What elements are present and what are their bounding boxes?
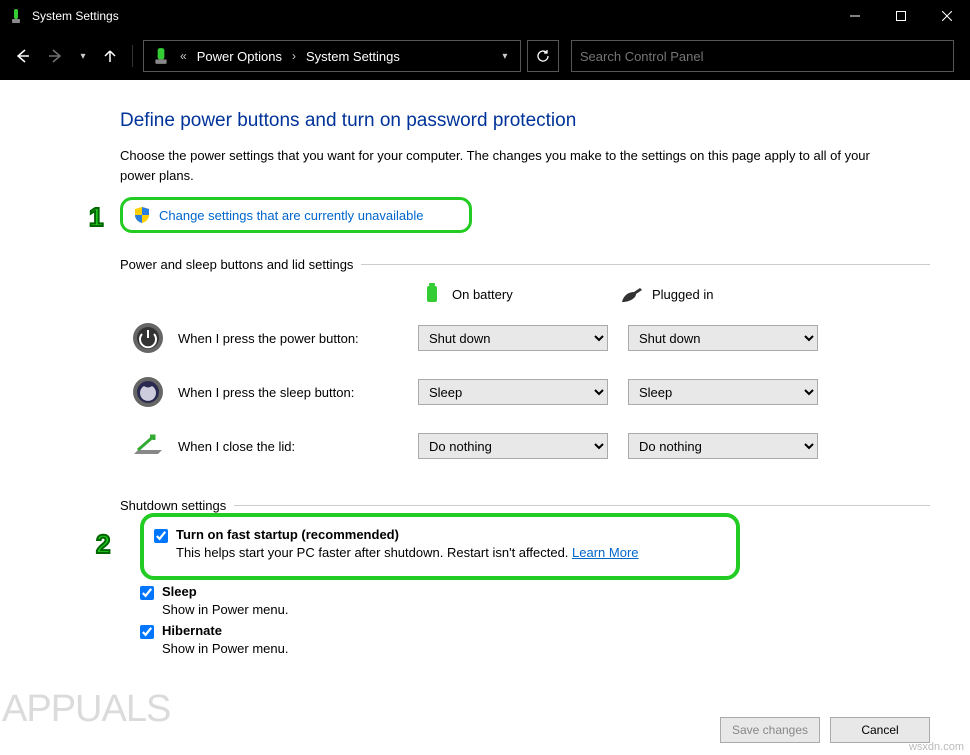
chevron-right-icon[interactable]: › (286, 49, 302, 63)
breadcrumb[interactable]: « Power Options › System Settings ▾ (143, 40, 521, 72)
plug-icon (620, 282, 644, 306)
column-headers: On battery Plugged in (420, 282, 930, 306)
watermark-logo: APPUALS (2, 688, 170, 731)
row-power-label: When I press the power button: (178, 331, 418, 346)
change-settings-link-row[interactable]: 1 Change settings that are currently una… (120, 197, 472, 233)
close-button[interactable] (924, 0, 970, 32)
uac-shield-icon (133, 206, 151, 224)
minimize-button[interactable] (832, 0, 878, 32)
forward-button[interactable] (40, 40, 72, 72)
shutdown-section: Shutdown settings 2 Turn on fast startup… (120, 498, 930, 662)
power-button-icon (130, 320, 166, 356)
breadcrumb-item-system-settings[interactable]: System Settings (302, 47, 404, 66)
save-changes-button[interactable]: Save changes (720, 717, 820, 743)
content-area: Define power buttons and turn on passwor… (0, 80, 970, 662)
power-sleep-section: Power and sleep buttons and lid settings… (120, 257, 930, 482)
refresh-button[interactable] (527, 40, 559, 72)
breadcrumb-dropdown[interactable]: ▾ (494, 51, 516, 62)
row-sleep-button: When I press the sleep button: Sleep Sle… (120, 374, 930, 410)
cancel-button[interactable]: Cancel (830, 717, 930, 743)
maximize-button[interactable] (878, 0, 924, 32)
sleep-button-battery-select[interactable]: Sleep (418, 379, 608, 405)
sleep-label: Sleep (162, 584, 197, 599)
hibernate-desc: Show in Power menu. (162, 641, 930, 656)
page-heading: Define power buttons and turn on passwor… (120, 110, 930, 132)
search-box[interactable] (571, 40, 954, 72)
fast-startup-desc-text: This helps start your PC faster after sh… (176, 545, 572, 560)
power-sleep-legend: Power and sleep buttons and lid settings (120, 257, 361, 272)
back-button[interactable] (6, 40, 38, 72)
app-icon (8, 8, 24, 24)
titlebar: System Settings (0, 0, 970, 32)
sleep-button-plugged-select[interactable]: Sleep (628, 379, 818, 405)
fast-startup-label: Turn on fast startup (recommended) (176, 527, 399, 542)
sleep-checkbox[interactable] (140, 586, 154, 600)
sleep-button-icon (130, 374, 166, 410)
hibernate-checkbox[interactable] (140, 625, 154, 639)
annotation-1: 1 (89, 202, 103, 233)
close-lid-icon (130, 428, 166, 464)
sleep-desc: Show in Power menu. (162, 602, 930, 617)
recent-dropdown[interactable]: ▾ (74, 40, 92, 72)
window-title: System Settings (32, 9, 832, 23)
annotation-2: 2 (96, 529, 110, 560)
up-button[interactable] (94, 40, 126, 72)
fast-startup-checkbox[interactable] (154, 529, 168, 543)
nav-separator (132, 45, 133, 67)
navbar: ▾ « Power Options › System Settings ▾ (0, 32, 970, 80)
battery-icon (420, 282, 444, 306)
footer-buttons: Save changes Cancel (720, 717, 930, 743)
learn-more-link[interactable]: Learn More (572, 545, 638, 560)
col-battery-label: On battery (452, 287, 513, 302)
row-lid-label: When I close the lid: (178, 439, 418, 454)
power-button-plugged-select[interactable]: Shut down (628, 325, 818, 351)
search-input[interactable] (580, 49, 945, 64)
col-on-battery: On battery (420, 282, 620, 306)
hibernate-label: Hibernate (162, 623, 222, 638)
col-plugged-label: Plugged in (652, 287, 713, 302)
col-plugged-in: Plugged in (620, 282, 820, 306)
breadcrumb-icon (152, 47, 170, 65)
page-intro: Choose the power settings that you want … (120, 146, 890, 185)
change-settings-link[interactable]: Change settings that are currently unava… (159, 208, 424, 223)
row-sleep-label: When I press the sleep button: (178, 385, 418, 400)
fast-startup-box: 2 Turn on fast startup (recommended) Thi… (140, 513, 740, 580)
fast-startup-desc: This helps start your PC faster after sh… (176, 545, 724, 560)
row-power-button: When I press the power button: Shut down… (120, 320, 930, 356)
row-close-lid: When I close the lid: Do nothing Do noth… (120, 428, 930, 464)
power-button-battery-select[interactable]: Shut down (418, 325, 608, 351)
lid-plugged-select[interactable]: Do nothing (628, 433, 818, 459)
lid-battery-select[interactable]: Do nothing (418, 433, 608, 459)
breadcrumb-prefix-chevron[interactable]: « (174, 49, 193, 63)
shutdown-legend: Shutdown settings (120, 498, 234, 513)
breadcrumb-item-power-options[interactable]: Power Options (193, 47, 286, 66)
